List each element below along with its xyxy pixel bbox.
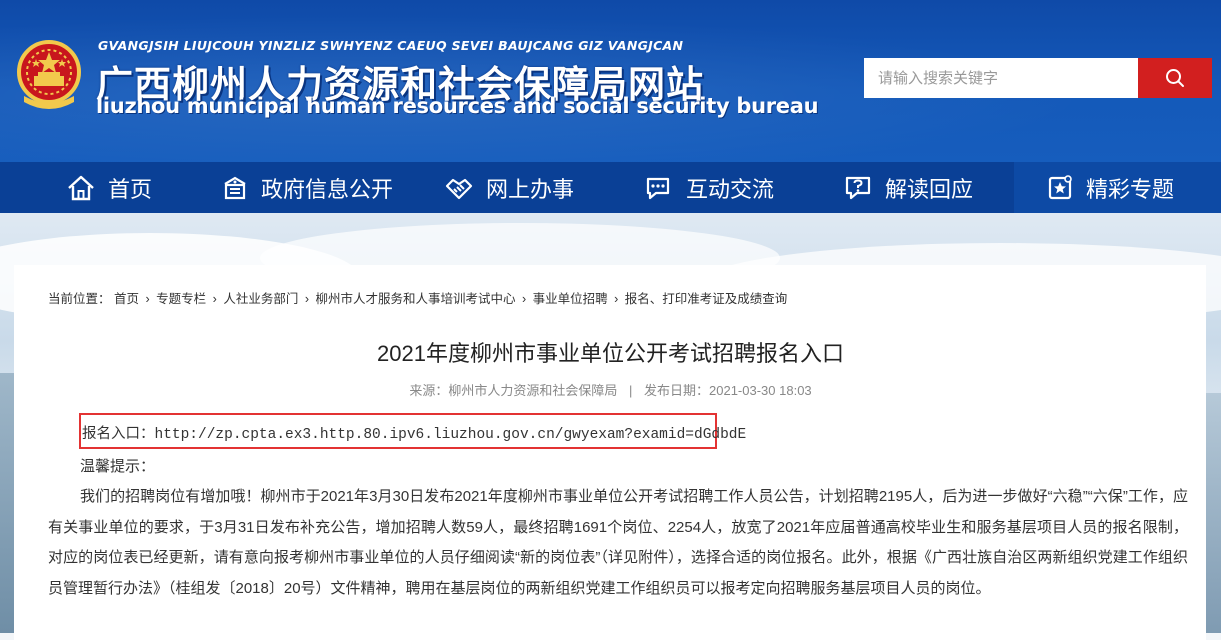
date-value: 2021-03-30 18:03	[709, 383, 812, 398]
nav-label: 精彩专题	[1086, 177, 1175, 203]
main-nav: 首页 政府信息公开 网上办事 互动交流 解读回应 精彩专题	[0, 162, 1221, 213]
article-paragraph: 我们的招聘岗位有增加哦！柳州市于2021年3月30日发布2021年度柳州市事业单…	[48, 488, 1188, 597]
national-emblem-icon	[17, 40, 81, 109]
breadcrumb-link-exam-center[interactable]: 柳州市人才服务和人事培训考试中心	[315, 292, 515, 306]
search-bar	[864, 58, 1212, 98]
breadcrumb-link-topics[interactable]: 专题专栏	[156, 292, 206, 306]
star-icon	[1048, 174, 1072, 199]
article-meta: 来源：柳州市人力资源和社会保障局 | 发布日期：2021-03-30 18:03	[0, 380, 1221, 399]
breadcrumb-link-hr-departments[interactable]: 人社业务部门	[223, 292, 298, 306]
chat-icon	[646, 177, 670, 199]
meta-divider: |	[628, 383, 633, 398]
search-icon	[1166, 69, 1184, 87]
breadcrumb-separator: ›	[521, 292, 527, 306]
breadcrumb-separator: ›	[614, 292, 619, 306]
source-value: 柳州市人力资源和社会保障局	[448, 383, 618, 398]
search-button[interactable]	[1138, 58, 1212, 98]
article-title: 2021年度柳州市事业单位公开考试招聘报名入口	[377, 341, 844, 366]
question-bubble-icon	[845, 176, 871, 199]
building-icon	[224, 176, 246, 199]
breadcrumb-link-home[interactable]: 首页	[114, 292, 139, 306]
nav-label: 网上办事	[486, 177, 575, 203]
nav-item-home[interactable]: 首页	[66, 162, 152, 213]
breadcrumb-separator: ›	[304, 292, 309, 306]
breadcrumb-prefix: 当前位置：	[48, 292, 111, 306]
site-title-zhuang: GVANGJSIH LIUJCOUH YINZLIZ SWHYENZ CAEUQ…	[98, 38, 684, 53]
entry-label: 报名入口：	[82, 427, 155, 443]
registration-entry: 报名入口：http://zp.cpta.ex3.http.80.ipv6.liu…	[82, 422, 746, 443]
date-label: 发布日期：	[644, 383, 710, 398]
registration-link[interactable]: http://zp.cpta.ex3.http.80.ipv6.liuzhou.…	[155, 427, 747, 443]
site-title-english: liuzhou municipal human resources and so…	[96, 94, 819, 118]
nav-label: 首页	[108, 177, 153, 203]
handshake-icon	[445, 178, 473, 199]
nav-item-interpretation[interactable]: 解读回应	[843, 162, 973, 213]
nav-item-gov-info[interactable]: 政府信息公开	[221, 162, 393, 213]
source-label: 来源：	[409, 383, 449, 398]
breadcrumb-link-registration[interactable]: 报名、打印准考证及成绩查询	[625, 292, 788, 306]
breadcrumb: 当前位置： 首页 › 专题专栏 › 人社业务部门 › 柳州市人才服务和人事培训考…	[48, 288, 787, 307]
tip-heading: 温馨提示：	[80, 458, 156, 475]
home-icon	[68, 175, 94, 200]
nav-item-interaction[interactable]: 互动交流	[644, 162, 774, 213]
nav-label: 政府信息公开	[261, 177, 394, 203]
nav-label: 互动交流	[686, 177, 775, 203]
nav-item-special-topics[interactable]: 精彩专题	[1014, 162, 1221, 213]
breadcrumb-separator: ›	[212, 292, 217, 306]
nav-item-online-service[interactable]: 网上办事	[444, 162, 574, 213]
site-header: GVANGJSIH LIUJCOUH YINZLIZ SWHYENZ CAEUQ…	[0, 0, 1221, 162]
search-input[interactable]	[864, 58, 1138, 98]
breadcrumb-link-recruitment[interactable]: 事业单位招聘	[533, 292, 608, 306]
breadcrumb-separator: ›	[145, 292, 150, 306]
nav-label: 解读回应	[885, 177, 974, 203]
